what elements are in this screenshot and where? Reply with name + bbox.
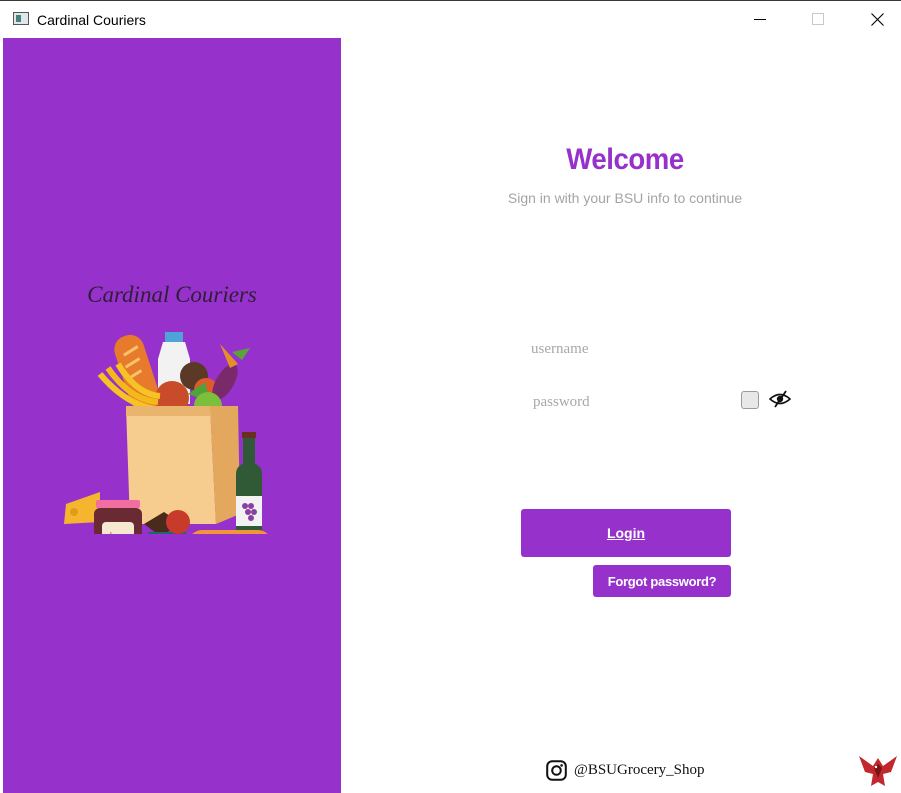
maximize-icon xyxy=(812,13,824,25)
window-title: Cardinal Couriers xyxy=(37,12,146,28)
close-icon xyxy=(871,13,884,26)
welcome-heading: Welcome xyxy=(566,143,684,176)
window-titlebar: Cardinal Couriers xyxy=(0,0,901,38)
minimize-icon xyxy=(754,19,766,20)
minimize-button[interactable] xyxy=(737,1,783,39)
cardinal-logo xyxy=(859,756,897,786)
social-handle[interactable]: @BSUGrocery_Shop xyxy=(574,762,704,779)
username-input[interactable] xyxy=(531,339,731,359)
close-button[interactable] xyxy=(854,1,900,39)
left-panel: Cardinal Couriers xyxy=(3,38,341,793)
instagram-icon[interactable] xyxy=(546,760,567,781)
app-icon xyxy=(13,12,29,25)
maximize-button[interactable] xyxy=(795,1,841,39)
forgot-password-button[interactable]: Forgot password? xyxy=(593,565,731,597)
signin-subtitle: Sign in with your BSU info to continue xyxy=(507,190,743,206)
password-input[interactable] xyxy=(533,392,733,412)
svg-text:jam: jam xyxy=(108,532,126,534)
eye-slash-icon[interactable] xyxy=(769,390,791,408)
brand-title: Cardinal Couriers xyxy=(87,282,257,307)
login-button[interactable]: Login xyxy=(521,509,731,557)
grocery-bag-illustration: jam xyxy=(64,332,268,534)
show-password-checkbox[interactable] xyxy=(741,391,759,409)
